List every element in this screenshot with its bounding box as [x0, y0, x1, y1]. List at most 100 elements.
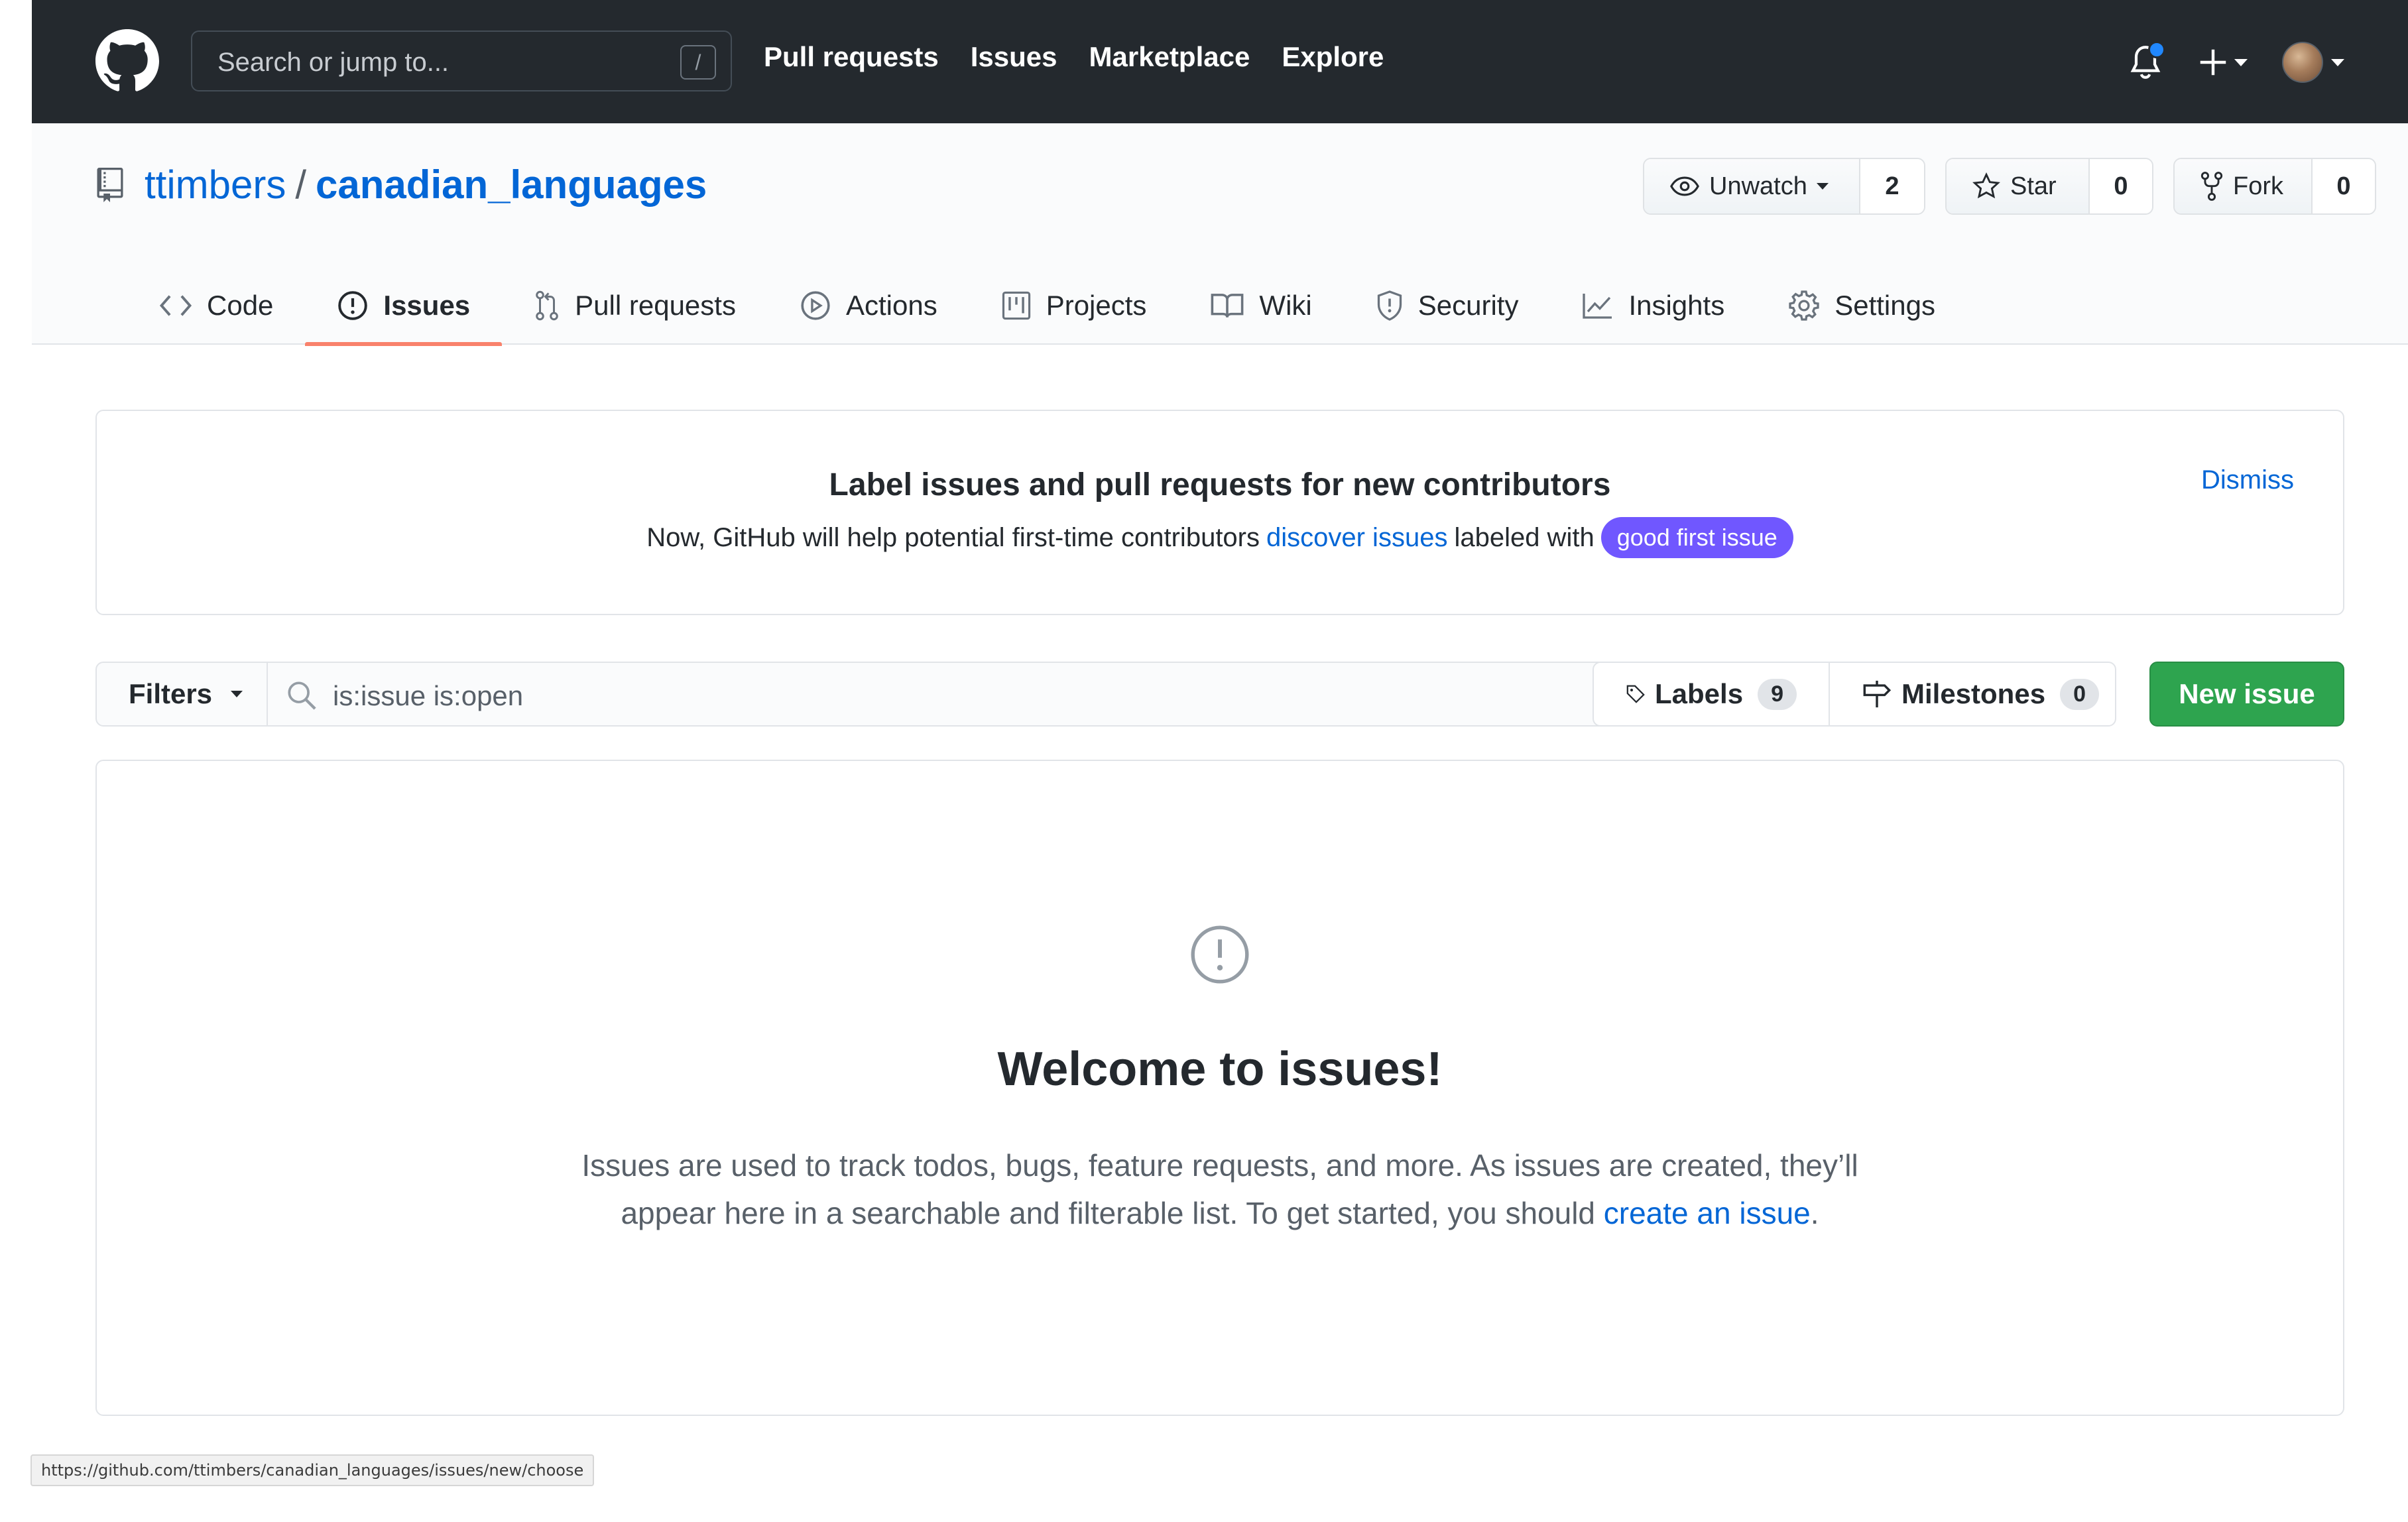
chevron-down-icon	[2234, 58, 2248, 66]
star-icon	[1972, 172, 2000, 199]
tab-code[interactable]: Code	[127, 266, 305, 345]
repo-header: ttimbers / canadian_languages Unwatch 2 …	[32, 123, 2408, 346]
notifications-button[interactable]	[2127, 41, 2165, 84]
create-issue-link[interactable]: create an issue	[1604, 1196, 1811, 1230]
forks-count[interactable]: 0	[2313, 159, 2375, 213]
tab-label: Actions	[845, 290, 937, 321]
tab-projects[interactable]: Projects	[969, 266, 1179, 345]
tab-insights[interactable]: Insights	[1550, 266, 1756, 345]
labels-button[interactable]: Labels 9	[1594, 663, 1829, 725]
tag-icon	[1626, 685, 1645, 703]
left-gutter	[0, 0, 32, 1522]
milestones-button[interactable]: Milestones 0	[1829, 663, 2131, 725]
repo-separator: /	[295, 162, 307, 207]
tab-issues[interactable]: Issues	[305, 266, 502, 346]
banner-text-after: labeled with	[1454, 522, 1595, 552]
header-actions	[2127, 30, 2344, 94]
tab-label: Projects	[1046, 290, 1147, 321]
fork-icon	[2200, 172, 2223, 201]
repo-owner-link[interactable]: ttimbers	[145, 162, 286, 207]
new-issue-button[interactable]: New issue	[2149, 662, 2344, 727]
unwatch-button[interactable]: Unwatch	[1644, 159, 1860, 213]
global-header: Search or jump to... / Pull requests Iss…	[32, 0, 2408, 123]
tab-label: Pull requests	[575, 290, 736, 321]
shield-icon	[1377, 290, 1402, 321]
gear-icon	[1789, 290, 1819, 321]
tab-settings[interactable]: Settings	[1756, 266, 1967, 345]
tab-actions[interactable]: Actions	[768, 266, 969, 345]
banner-text-before: Now, GitHub will help potential first-ti…	[646, 522, 1260, 552]
labels-milestones-group: Labels 9 Milestones 0	[1593, 662, 2116, 727]
graph-icon	[1583, 294, 1612, 319]
tab-label: Settings	[1835, 290, 1935, 321]
pull-request-icon	[536, 290, 558, 321]
watch-button-group: Unwatch 2	[1643, 158, 1925, 215]
chevron-down-icon	[1816, 183, 1829, 190]
tab-label: Issues	[383, 290, 471, 321]
issue-search-input[interactable]: is:issue is:open	[267, 662, 1660, 727]
labels-label: Labels	[1655, 678, 1744, 709]
tab-security[interactable]: Security	[1344, 266, 1551, 345]
star-button[interactable]: Star	[1947, 159, 2090, 213]
issues-filter-bar: Filters is:issue is:open Labels 9 Milest…	[95, 662, 2344, 727]
search-placeholder: Search or jump to...	[217, 48, 450, 77]
star-button-group: Star 0	[1945, 158, 2153, 215]
issue-icon	[1191, 925, 1249, 984]
book-icon	[1211, 294, 1244, 318]
search-shortcut-key: /	[680, 45, 716, 80]
notification-indicator	[2148, 41, 2165, 58]
blankslate-text-end: .	[1810, 1196, 1819, 1230]
user-menu-dropdown[interactable]	[2282, 42, 2344, 83]
tab-label: Wiki	[1259, 290, 1312, 321]
top-nav-explore[interactable]: Explore	[1282, 41, 1384, 73]
top-nav-marketplace[interactable]: Marketplace	[1089, 41, 1250, 73]
milestone-icon	[1863, 680, 1892, 708]
fork-button[interactable]: Fork	[2175, 159, 2313, 213]
star-label: Star	[2010, 172, 2057, 200]
top-nav-issues[interactable]: Issues	[971, 41, 1057, 73]
fork-label: Fork	[2233, 172, 2283, 200]
fork-button-group: Fork 0	[2173, 158, 2376, 215]
status-bar-url: https://github.com/ttimbers/canadian_lan…	[30, 1454, 595, 1486]
tab-label: Security	[1417, 290, 1519, 321]
top-nav-pull-requests[interactable]: Pull requests	[764, 41, 939, 73]
repo-name-link[interactable]: canadian_languages	[316, 162, 707, 207]
project-icon	[1002, 291, 1030, 320]
plus-icon	[2200, 49, 2226, 76]
issue-icon	[338, 291, 368, 320]
stars-count[interactable]: 0	[2090, 159, 2152, 213]
page: Search or jump to... / Pull requests Iss…	[32, 0, 2408, 1522]
global-search-input[interactable]: Search or jump to... /	[191, 30, 732, 91]
milestones-label: Milestones	[1901, 678, 2046, 709]
search-icon	[288, 681, 316, 710]
watchers-count[interactable]: 2	[1860, 159, 1924, 213]
discover-issues-link[interactable]: discover issues	[1266, 523, 1447, 553]
filters-dropdown[interactable]: Filters	[95, 662, 269, 727]
blankslate-description: Issues are used to track todos, bugs, fe…	[561, 1142, 1879, 1237]
create-new-dropdown[interactable]	[2198, 48, 2248, 77]
issues-blankslate: Welcome to issues! Issues are used to tr…	[95, 760, 2344, 1416]
blankslate-heading: Welcome to issues!	[997, 1043, 1443, 1096]
tab-pull-requests[interactable]: Pull requests	[502, 266, 768, 345]
filters-label: Filters	[129, 678, 213, 709]
repo-title: ttimbers / canadian_languages	[95, 162, 707, 207]
eye-icon	[1670, 176, 1699, 196]
chevron-down-icon	[2331, 58, 2344, 66]
good-first-issue-label[interactable]: good first issue	[1600, 517, 1793, 558]
tab-label: Code	[207, 290, 274, 321]
repo-tabs: Code Issues Pull requests Actions Projec…	[127, 266, 1967, 346]
play-icon	[801, 291, 830, 320]
banner-title: Label issues and pull requests for new c…	[829, 467, 1611, 502]
dismiss-button[interactable]: Dismiss	[2201, 465, 2294, 495]
milestones-count: 0	[2060, 678, 2099, 710]
labels-count: 9	[1758, 678, 1797, 710]
github-logo-icon[interactable]	[95, 29, 159, 93]
repo-icon	[97, 167, 123, 202]
tab-wiki[interactable]: Wiki	[1178, 266, 1343, 345]
unwatch-label: Unwatch	[1709, 172, 1807, 200]
chevron-down-icon	[231, 691, 243, 697]
new-contributors-banner: Label issues and pull requests for new c…	[95, 410, 2344, 615]
top-nav: Pull requests Issues Marketplace Explore	[764, 41, 1384, 73]
issue-search-value: is:issue is:open	[333, 680, 524, 711]
tab-label: Insights	[1628, 290, 1725, 321]
